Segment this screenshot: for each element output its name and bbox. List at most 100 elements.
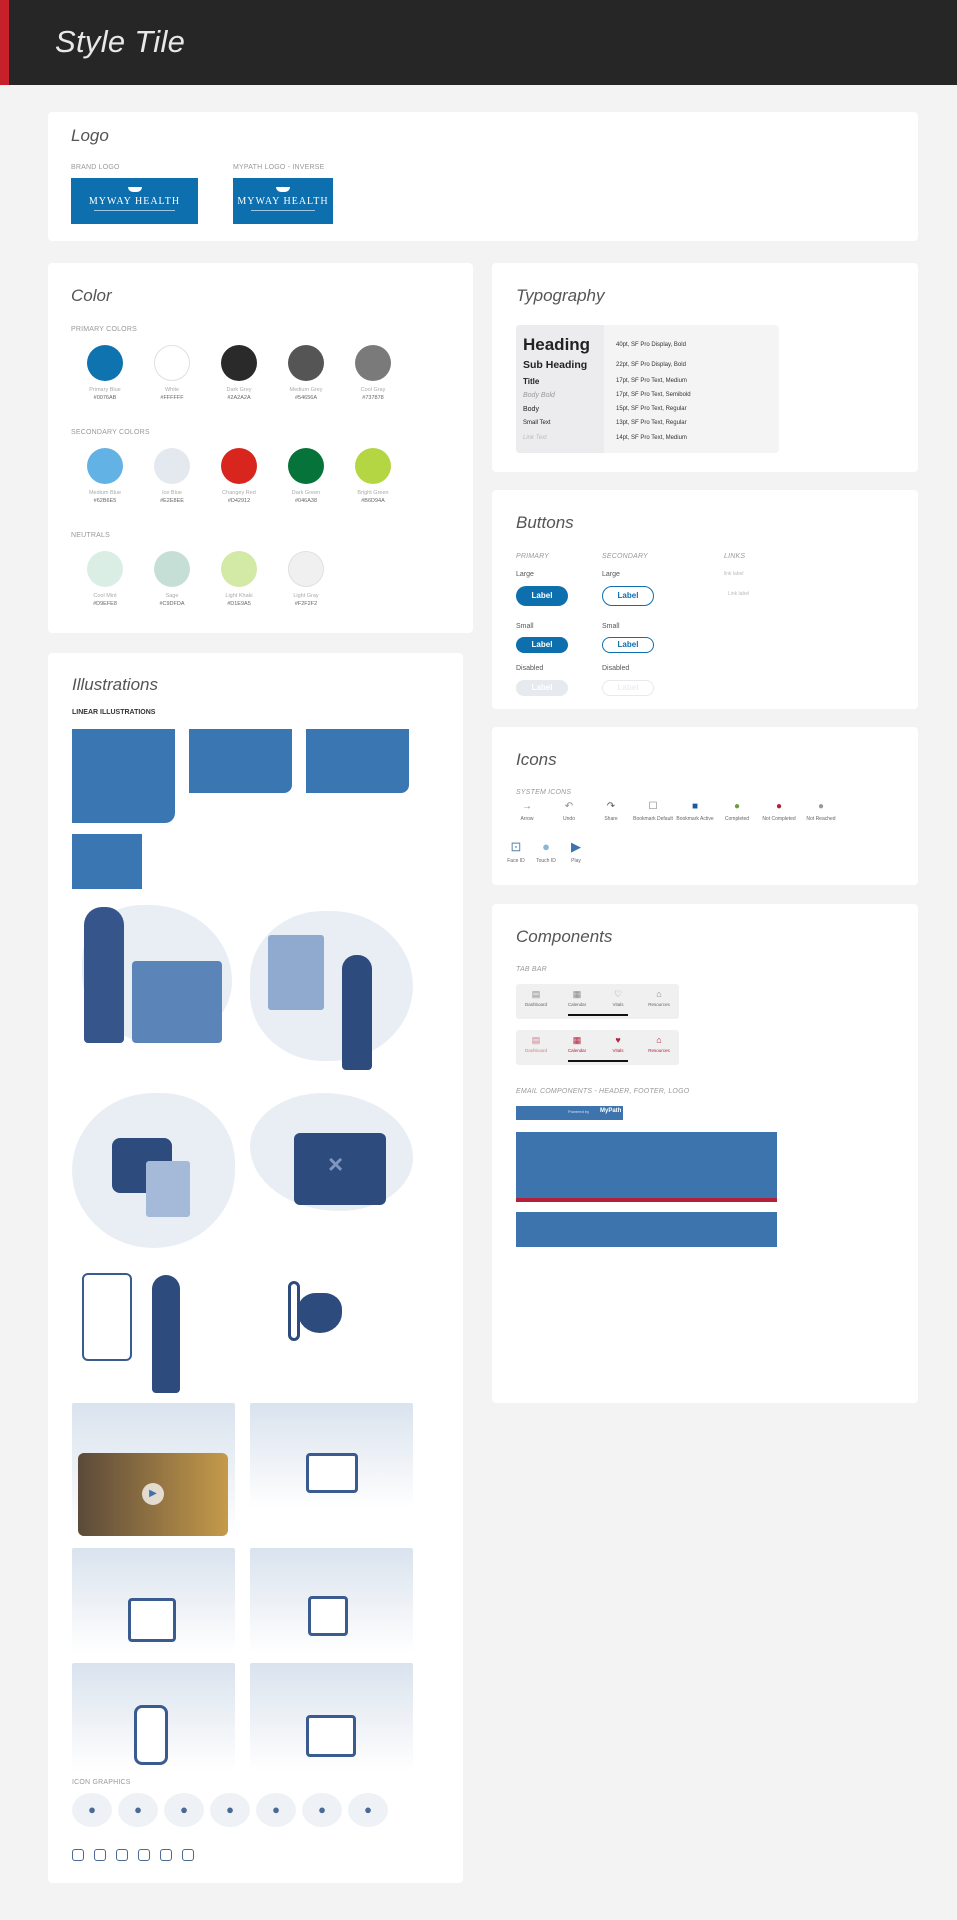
heart-icon: ♥ [615, 1035, 621, 1045]
completed-icon: ● [733, 801, 741, 812]
tab-vitals[interactable]: ♥ Vitals [598, 1034, 638, 1053]
primary-colors-caption: PRIMARY COLORS [71, 326, 137, 333]
logo-underline [251, 210, 315, 211]
magnifier-icon: ● [118, 1793, 158, 1827]
color-swatch [288, 551, 324, 587]
play-icon[interactable]: ▶ [142, 1483, 164, 1505]
buttons-title: Buttons [516, 513, 574, 532]
secondary-small-button[interactable]: Label [602, 637, 654, 653]
phone-keyhole-icon [134, 1705, 168, 1765]
tab-dashboard[interactable]: ▤ Dashboard [516, 988, 556, 1007]
typo-heading: Heading [523, 335, 591, 354]
large-label: Large [516, 571, 534, 578]
color-swatch [87, 448, 123, 484]
inverse-logo-text: MYWAY HEALTH [237, 196, 329, 207]
tab-calendar[interactable]: ▦ Calendar [557, 1034, 597, 1053]
secondary-large-button[interactable]: Label [602, 586, 654, 606]
heart-icon: ♡ [613, 989, 623, 999]
color-swatch-name: Ice Blue [162, 490, 182, 496]
icon-label: Play [571, 858, 581, 864]
checklist-lock-icon [128, 1598, 176, 1642]
color-swatch-hex: #C9DFDA [159, 601, 185, 607]
color-swatch [154, 448, 190, 484]
icons-card: Icons SYSTEM ICONS → Arrow ↶ Undo ↷ Share ☐ Boo… [492, 727, 918, 885]
exit-window-icon [306, 1715, 356, 1757]
icon-label: Completed [724, 816, 750, 822]
color-swatch-hex: #2A2A2A [227, 395, 251, 401]
color-swatch-hex: #E2E8EE [160, 498, 184, 504]
icon-label: Share [604, 816, 618, 822]
color-swatch-name: Cool Mint [93, 593, 117, 599]
system-icon-completed: ● Completed [714, 800, 760, 822]
tab-indicator [568, 1060, 628, 1062]
logo-bird-icon [127, 187, 142, 192]
icon-label: Bookmark Active [676, 816, 714, 822]
doctor-icon: ● [210, 1793, 250, 1827]
tab-bar-active: ▤ Dashboard ▦ Calendar ♥ Vitals ⌂ Resources [516, 1030, 679, 1065]
tooth-icon [138, 1849, 150, 1861]
email-logo-text: MyPath [600, 1108, 622, 1114]
ratings-illustration [72, 1271, 235, 1396]
link-label[interactable]: link label [724, 571, 743, 577]
logo-underline [93, 210, 176, 211]
thermometer-icon [288, 1281, 300, 1341]
typo-spec: 22pt, SF Pro Display, Bold [616, 362, 686, 368]
close-icon: × [328, 1149, 344, 1179]
link-label[interactable]: Link label [728, 591, 749, 597]
typo-spec: 13pt, SF Pro Text, Regular [616, 420, 687, 426]
disabled-label: Disabled [602, 665, 630, 672]
email-footer-banner [516, 1212, 777, 1247]
not-completed-icon: ● [775, 801, 783, 812]
logout-illustration [250, 1663, 413, 1771]
blue-illustration-tile [72, 834, 142, 889]
color-swatch-hex: #B6D94A [361, 498, 385, 504]
typo-body: Body [523, 406, 539, 413]
color-swatch [355, 448, 391, 484]
document-icon [268, 935, 324, 1010]
color-swatch [87, 345, 123, 381]
person-figure [84, 907, 124, 1043]
system-icon-bookmark-default: ☐ Bookmark Default [630, 800, 676, 822]
hand-icon [94, 1849, 106, 1861]
typo-spec: 14pt, SF Pro Text, Medium [616, 435, 687, 441]
brand-logo-caption: BRAND LOGO [71, 164, 120, 171]
components-title: Components [516, 927, 613, 946]
server-hand-icon [308, 1596, 348, 1636]
neutrals-caption: NEUTRALS [71, 532, 110, 539]
color-swatch-hex: #D9EFE8 [93, 601, 117, 607]
typo-spec: 40pt, SF Pro Display, Bold [616, 342, 686, 348]
primary-small-button[interactable]: Label [516, 637, 568, 653]
small-label: Small [516, 623, 534, 630]
typography-card: Typography Heading Sub Heading Title Bod… [492, 263, 918, 472]
phone-lock-illustration [72, 1663, 235, 1771]
clipboard-icon: ● [164, 1793, 204, 1827]
color-swatch-name: Light Gray [293, 593, 319, 599]
secondary-colors-caption: SECONDARY COLORS [71, 429, 150, 436]
tab-resources[interactable]: ⌂ Resources [639, 1034, 679, 1053]
tab-resources[interactable]: ⌂ Resources [639, 988, 679, 1007]
monitor-book-icon [306, 1453, 358, 1493]
buttons-card: Buttons PRIMARY SECONDARY LINKS Large La… [492, 490, 918, 709]
typography-specimen: Heading Sub Heading Title Body Bold Body… [516, 325, 779, 453]
calendar-icon [132, 961, 222, 1043]
documents-illustration [250, 901, 413, 1076]
color-swatch [221, 448, 257, 484]
tab-vitals[interactable]: ♡ Vitals [598, 988, 638, 1007]
inverse-logo: MYWAY HEALTH [233, 178, 333, 224]
tab-calendar[interactable]: ▦ Calendar [557, 988, 597, 1007]
heart-icon [298, 1293, 342, 1333]
primary-large-button[interactable]: Label [516, 586, 568, 606]
thumbs-up-illustration [72, 1093, 235, 1248]
top-header: Style Tile [0, 0, 957, 85]
disabled-label: Disabled [516, 665, 544, 672]
color-swatch [154, 551, 190, 587]
person-figure [342, 955, 372, 1070]
color-swatch-name: Light Khaki [225, 593, 253, 599]
color-swatch-name: Primary Blue [89, 387, 121, 393]
data-care-illustration [250, 1548, 413, 1653]
primary-caption: PRIMARY [516, 553, 550, 560]
color-swatch-name: Sage [165, 593, 179, 599]
email-header-banner [516, 1132, 777, 1202]
tab-dashboard[interactable]: ▤ Dashboard [516, 1034, 556, 1053]
system-icon-arrow: → Arrow [504, 800, 550, 822]
